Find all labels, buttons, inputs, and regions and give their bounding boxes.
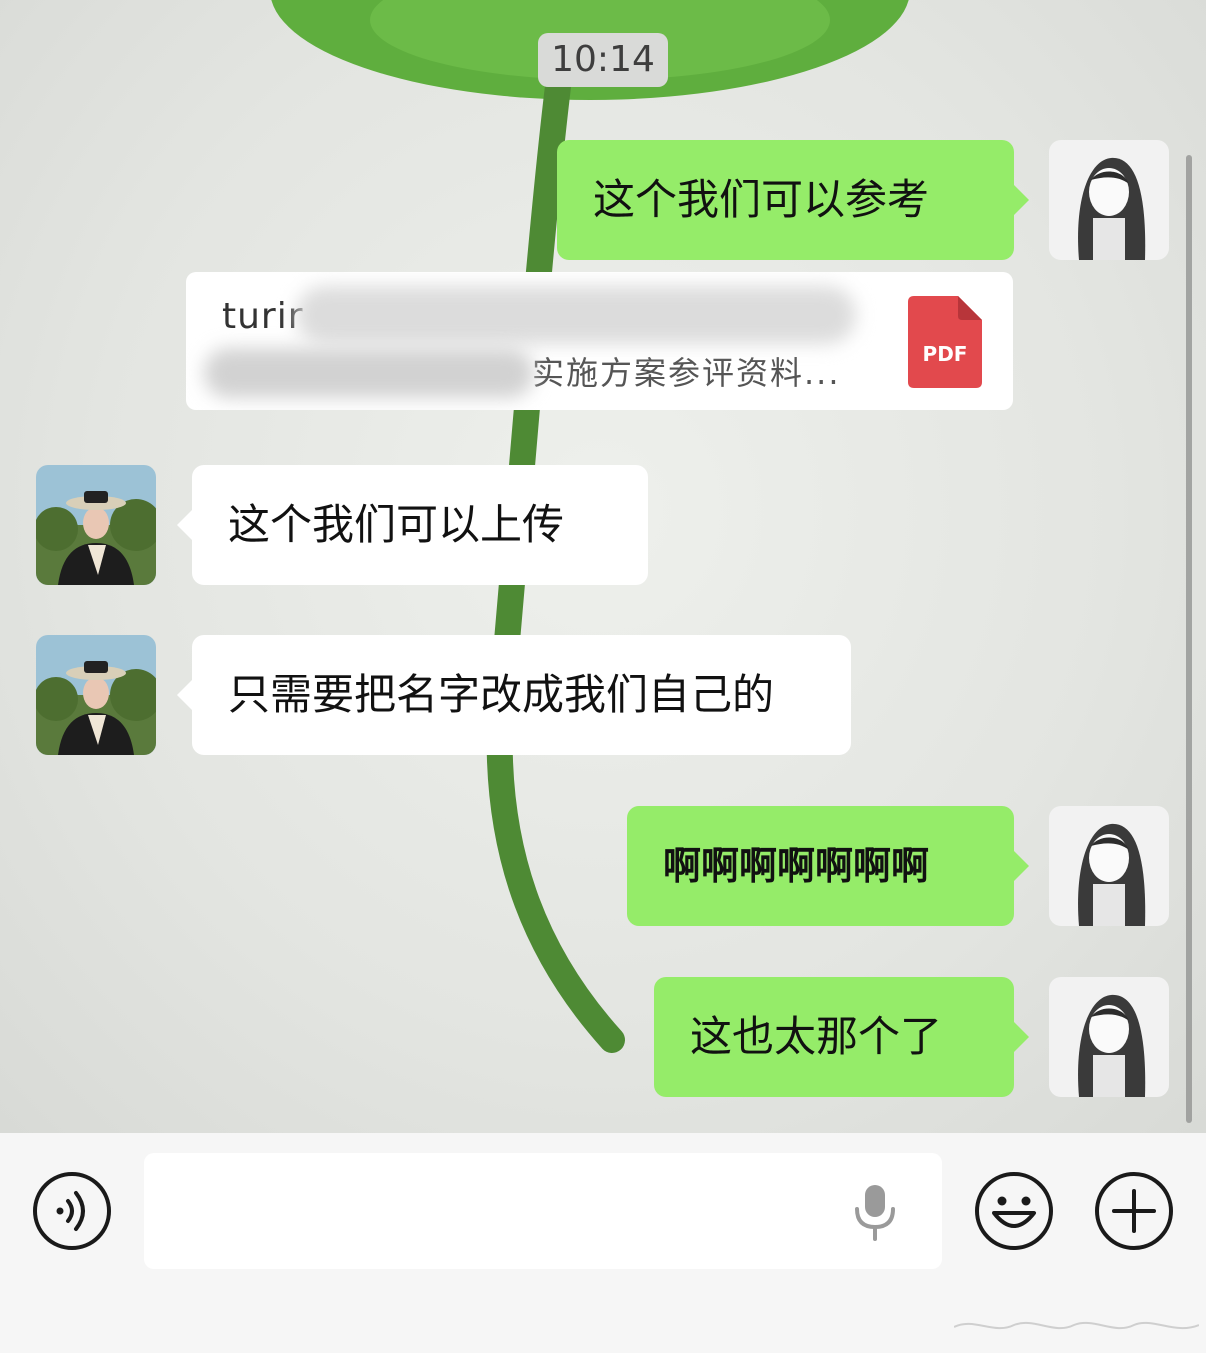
chat-area[interactable]: 10:14 这个我们可以参考 turir 实施方案参评资料... PDF 这个我… (0, 0, 1206, 1133)
file-name-line2: 实施方案参评资料... (532, 354, 841, 392)
my-avatar[interactable] (1049, 977, 1169, 1097)
pdf-file-message[interactable]: turir 实施方案参评资料... PDF (186, 272, 1013, 410)
contact-avatar[interactable] (36, 635, 156, 755)
timestamp: 10:14 (538, 33, 668, 87)
microphone-icon[interactable] (850, 1183, 900, 1241)
pdf-type-label: PDF (922, 342, 968, 366)
voice-wave-icon[interactable] (32, 1171, 112, 1251)
my-message-bubble[interactable]: 这也太那个了 (654, 977, 1029, 1097)
contact-message-bubble[interactable]: 只需要把名字改成我们自己的 (177, 635, 851, 755)
redacted-text-blur (204, 348, 534, 398)
contact-avatar[interactable] (36, 465, 156, 585)
pdf-file-icon: PDF (908, 296, 982, 388)
chat-input-bar (0, 1133, 1206, 1353)
my-avatar[interactable] (1049, 140, 1169, 260)
redacted-text-blur (296, 286, 856, 344)
my-avatar[interactable] (1049, 806, 1169, 926)
message-input[interactable] (144, 1153, 942, 1269)
file-name-line1: turir (222, 296, 304, 337)
watermark-lines (954, 1321, 1199, 1330)
my-message-bubble[interactable]: 啊啊啊啊啊啊啊 (627, 806, 1029, 926)
plus-circle-icon[interactable] (1094, 1171, 1174, 1251)
smiley-icon[interactable] (974, 1171, 1054, 1251)
contact-message-bubble[interactable]: 这个我们可以上传 (177, 465, 648, 585)
scrollbar[interactable] (1186, 155, 1192, 1123)
my-message-bubble[interactable]: 这个我们可以参考 (557, 140, 1029, 260)
